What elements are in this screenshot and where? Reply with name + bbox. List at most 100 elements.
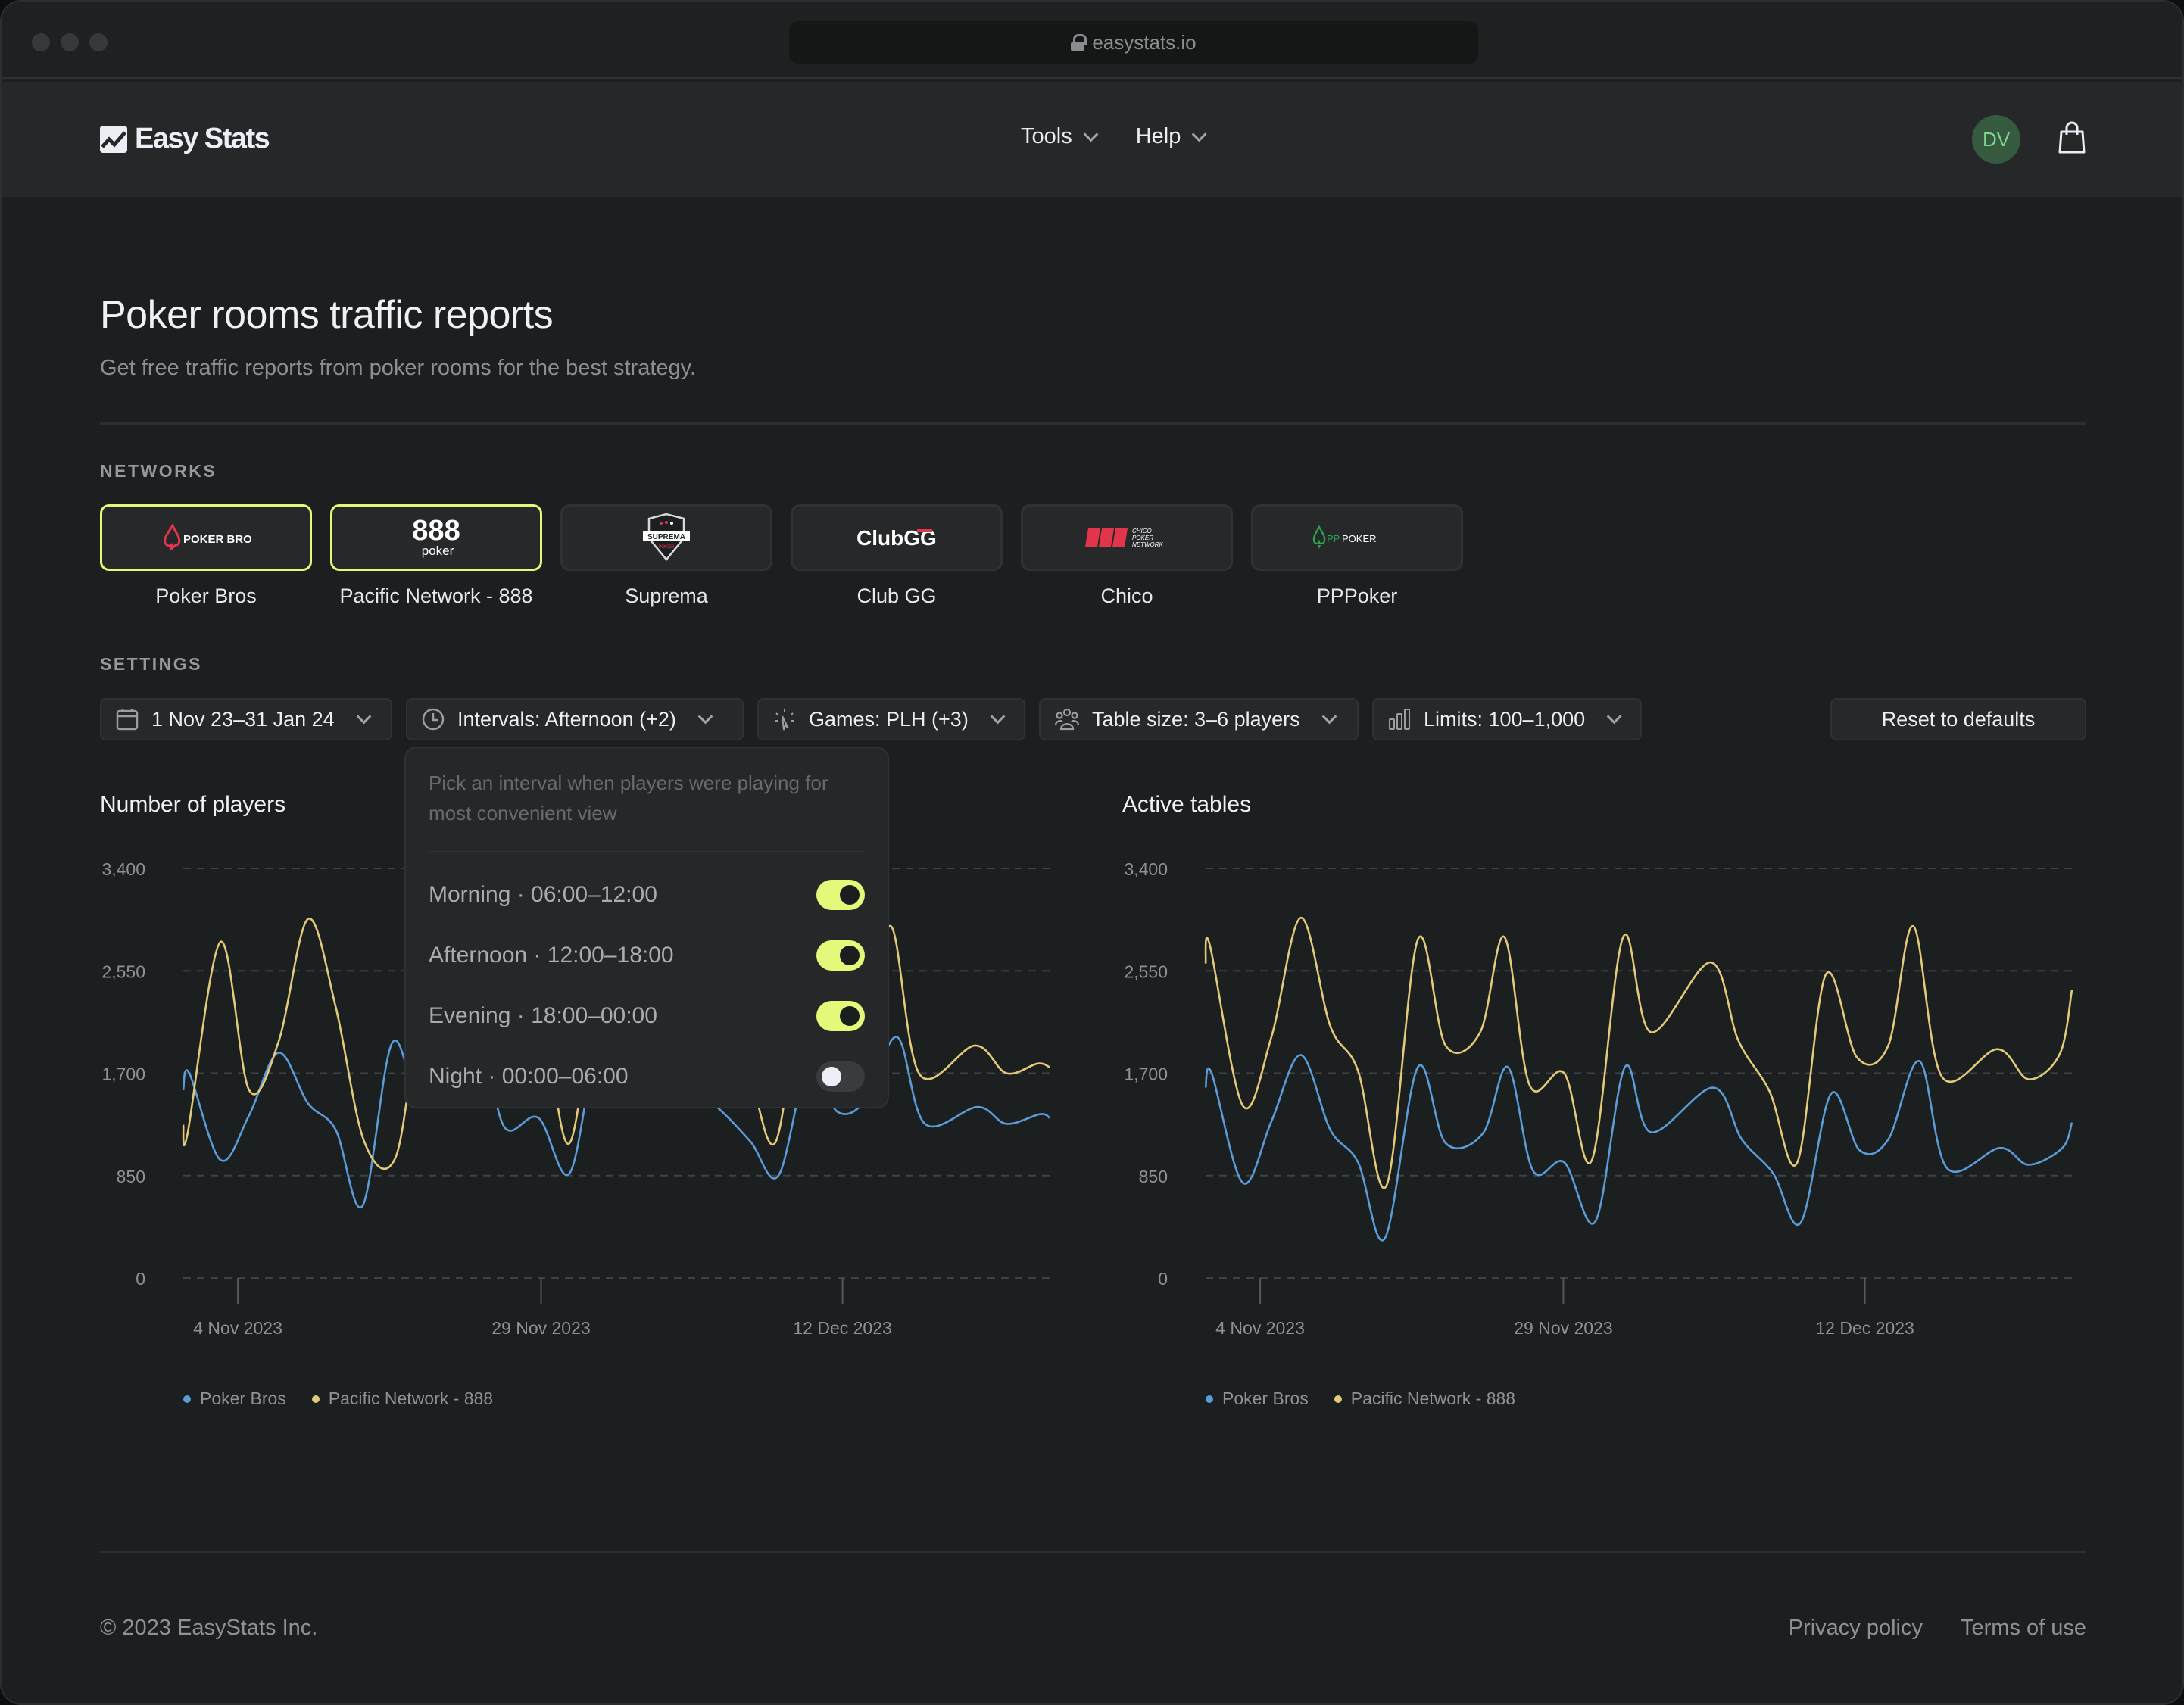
copyright: © 2023 EasyStats Inc. — [100, 1616, 318, 1640]
network-poker-bros: POKER BROS Poker Bros — [100, 504, 312, 608]
x-tick-label: 4 Nov 2023 — [193, 1318, 282, 1338]
888-poker-logo-icon: 888 poker — [412, 516, 460, 558]
main-menu: Tools Help — [1021, 124, 1207, 149]
top-nav: Easy Stats Tools Help DV — [2, 82, 2182, 197]
page-title: Poker rooms traffic reports — [100, 293, 554, 337]
chevron-down-icon — [1606, 709, 1622, 725]
y-tick-label: 0 — [1158, 1269, 1168, 1289]
brand-name: Easy Stats — [135, 123, 270, 154]
address-bar[interactable]: easystats.io — [789, 21, 1478, 64]
legend-dot — [183, 1395, 191, 1403]
close-window-button[interactable] — [32, 33, 50, 51]
minimize-window-button[interactable] — [61, 33, 79, 51]
network-club-gg: ClubGG Club GG — [791, 504, 1003, 608]
clock-icon — [422, 708, 445, 731]
toggle-knob — [840, 885, 860, 905]
svg-text:CHICO: CHICO — [1132, 528, 1152, 535]
network-card-poker-bros[interactable]: POKER BROS — [100, 504, 312, 571]
y-tick-label: 3,400 — [101, 859, 145, 879]
toggle-knob — [840, 1006, 860, 1026]
table-size-label: Table size: 3–6 players — [1092, 707, 1300, 731]
legend-label: Poker Bros — [200, 1389, 286, 1408]
toggle-morning[interactable] — [816, 880, 865, 910]
network-name: PPPoker — [1316, 584, 1398, 607]
y-tick-label: 2,550 — [1124, 962, 1168, 981]
interval-option-morning[interactable]: Morning · 06:00–12:00 — [429, 865, 865, 925]
toggle-knob — [822, 1067, 841, 1086]
toggle-night[interactable] — [816, 1061, 865, 1092]
y-tick-label: 3,400 — [1124, 859, 1168, 879]
interval-option-evening[interactable]: Evening · 18:00–00:00 — [429, 986, 865, 1046]
table-size-select[interactable]: Table size: 3–6 players — [1039, 698, 1359, 740]
cursor-click-icon — [775, 709, 794, 731]
network-suprema: SUPREMA POKER Suprema — [560, 504, 772, 608]
networks-label: NETWORKS — [100, 461, 217, 481]
chart-title-tables: Active tables — [1122, 792, 1252, 817]
network-list: POKER BROS Poker Bros 888 poker Pacific … — [100, 504, 1463, 608]
chart-title-players: Number of players — [100, 792, 286, 817]
legend-item-pacific[interactable]: Pacific Network - 888 — [1334, 1389, 1515, 1409]
network-pppoker: PP POKER PPPoker — [1251, 504, 1463, 608]
series-line-poker-bros — [1204, 1054, 2073, 1242]
chevron-down-icon — [990, 709, 1006, 725]
menu-help[interactable]: Help — [1135, 124, 1207, 149]
network-card-pppoker[interactable]: PP POKER — [1251, 504, 1463, 571]
network-name: Suprema — [625, 584, 708, 607]
reset-to-defaults-button[interactable]: Reset to defaults — [1830, 698, 2086, 740]
network-card-pacific-888[interactable]: 888 poker — [330, 504, 542, 571]
terms-of-use-link[interactable]: Terms of use — [1961, 1616, 2086, 1641]
games-label: Games: PLH (+3) — [809, 707, 969, 731]
limits-select[interactable]: Limits: 100–1,000 — [1372, 698, 1642, 740]
limits-label: Limits: 100–1,000 — [1424, 707, 1586, 731]
network-name: Pacific Network - 888 — [339, 584, 533, 607]
chevron-down-icon — [356, 709, 372, 725]
chevron-down-icon — [697, 709, 713, 725]
pppoker-logo-icon: PP POKER — [1312, 525, 1377, 549]
network-card-chico[interactable]: CHICO POKER NETWORK — [1021, 504, 1233, 571]
network-chico: CHICO POKER NETWORK Chico — [1021, 504, 1233, 608]
toggle-evening[interactable] — [816, 1001, 865, 1031]
menu-tools[interactable]: Tools — [1021, 124, 1099, 149]
network-card-club-gg[interactable]: ClubGG — [791, 504, 1003, 571]
legend-label: Poker Bros — [1222, 1389, 1309, 1408]
settings-filters: 1 Nov 23–31 Jan 24 Intervals: Afternoon … — [100, 698, 1642, 740]
users-icon — [1054, 708, 1080, 731]
interval-option-night[interactable]: Night · 00:00–06:00 — [429, 1046, 865, 1107]
tables-chart-legend: Poker Bros Pacific Network - 888 — [1206, 1389, 1515, 1409]
menu-tools-label: Tools — [1021, 124, 1072, 148]
intervals-label: Intervals: Afternoon (+2) — [457, 707, 676, 731]
legend-dot — [1206, 1395, 1213, 1403]
interval-label: Evening · 18:00–00:00 — [429, 1003, 657, 1028]
shopping-bag-icon[interactable] — [2057, 121, 2087, 154]
brand-logo[interactable]: Easy Stats — [100, 123, 270, 155]
interval-label: Morning · 06:00–12:00 — [429, 882, 657, 907]
chevron-down-icon — [1191, 126, 1207, 142]
date-range-select[interactable]: 1 Nov 23–31 Jan 24 — [100, 698, 392, 740]
maximize-window-button[interactable] — [89, 33, 108, 51]
privacy-policy-link[interactable]: Privacy policy — [1789, 1616, 1923, 1641]
tables-line-chart: 3,400 2,550 1,700 850 0 4 Nov 2023 29 Nov 2023… — [1124, 859, 2073, 1338]
toggle-afternoon[interactable] — [816, 940, 865, 971]
legend-item-poker-bros[interactable]: Poker Bros — [183, 1389, 286, 1409]
clubgg-logo-icon: ClubGG — [856, 526, 937, 550]
x-tick-label: 4 Nov 2023 — [1215, 1318, 1305, 1338]
legend-item-poker-bros[interactable]: Poker Bros — [1206, 1389, 1309, 1409]
svg-text:SUPREMA: SUPREMA — [647, 533, 685, 541]
games-select[interactable]: Games: PLH (+3) — [757, 698, 1025, 740]
svg-text:888: 888 — [412, 516, 460, 547]
network-name: Club GG — [856, 584, 937, 607]
network-card-suprema[interactable]: SUPREMA POKER — [560, 504, 772, 571]
poker-bros-logo-icon: POKER BROS — [164, 522, 251, 551]
user-avatar[interactable]: DV — [1972, 115, 2020, 164]
svg-text:NETWORK: NETWORK — [1132, 541, 1164, 548]
svg-text:poker: poker — [422, 544, 454, 558]
svg-text:PP: PP — [1327, 533, 1340, 544]
footer-divider — [100, 1551, 2086, 1553]
toggle-knob — [840, 946, 860, 965]
intervals-select[interactable]: Intervals: Afternoon (+2) — [406, 698, 744, 740]
poker-bros-logo-text: POKER BROS — [183, 533, 251, 546]
series-line-pacific-network-888 — [1204, 916, 2073, 1189]
menu-help-label: Help — [1135, 124, 1181, 148]
legend-item-pacific[interactable]: Pacific Network - 888 — [311, 1389, 493, 1409]
interval-option-afternoon[interactable]: Afternoon · 12:00–18:00 — [429, 925, 865, 986]
